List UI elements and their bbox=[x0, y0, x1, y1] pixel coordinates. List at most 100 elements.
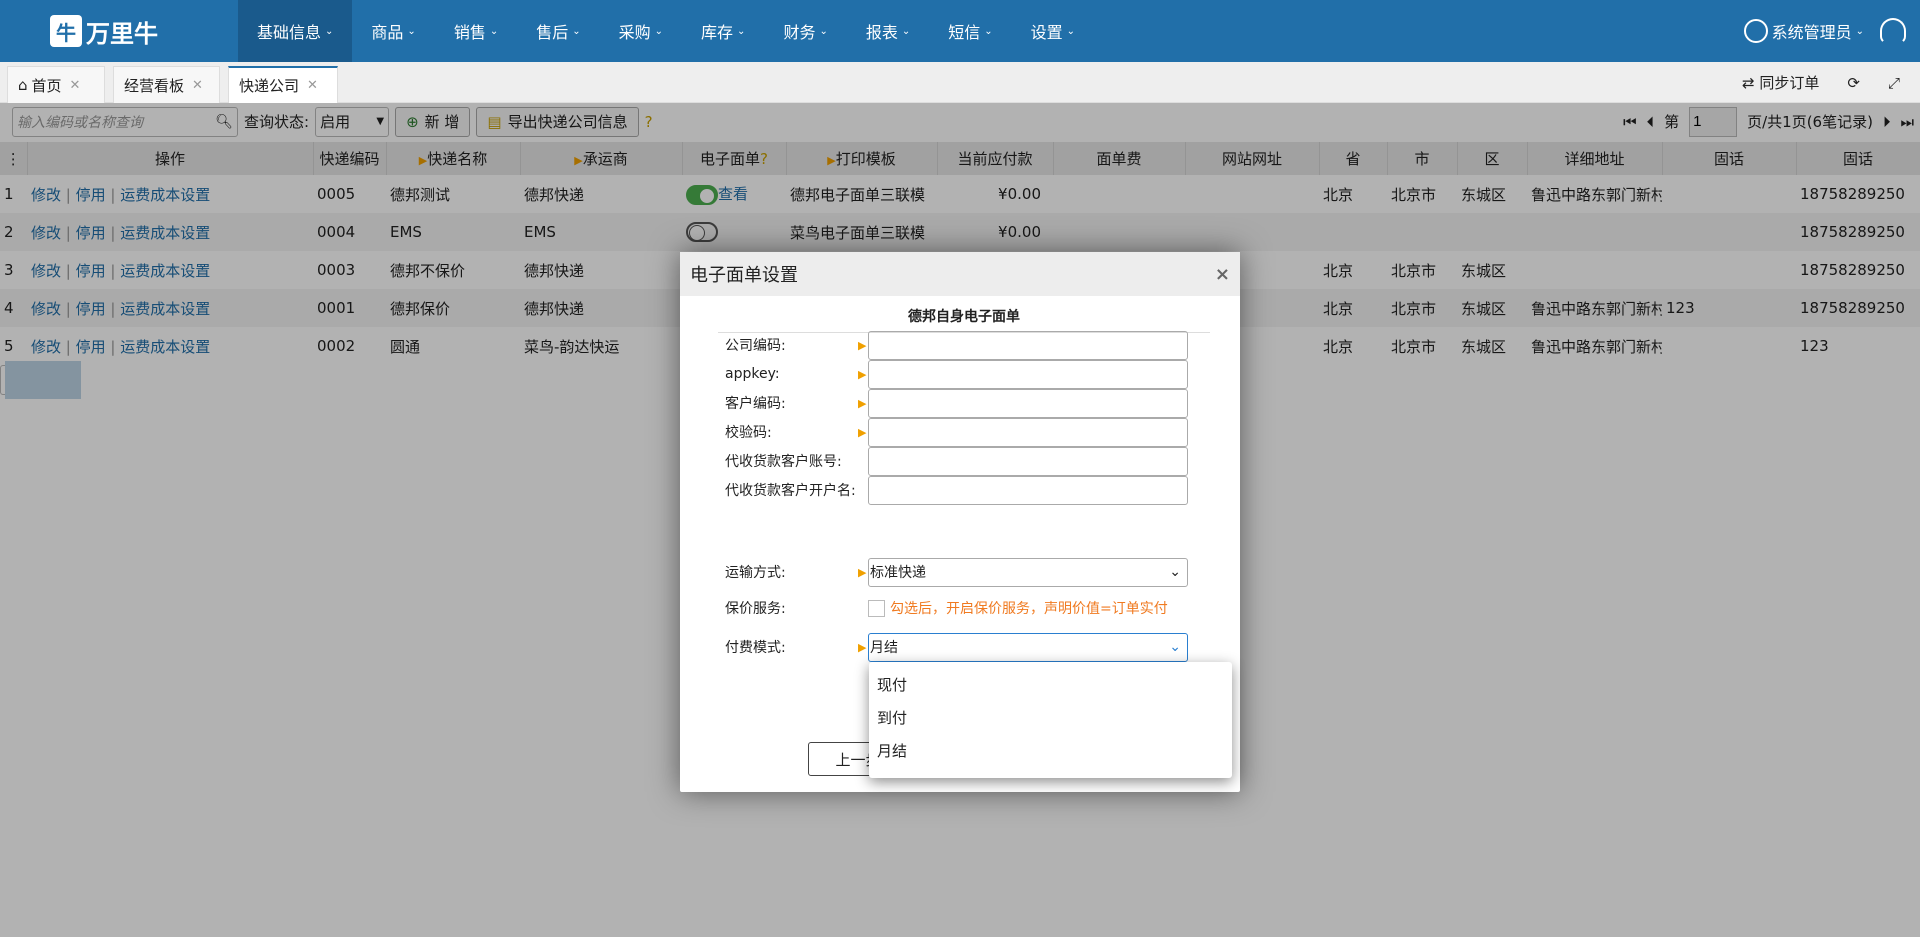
sync-orders-button[interactable]: ⇄ 同步订单 bbox=[1742, 72, 1819, 93]
swap-icon: ⇄ bbox=[1742, 74, 1760, 92]
user-name: 系统管理员 bbox=[1771, 23, 1852, 42]
logo[interactable]: 牛万里牛 bbox=[0, 14, 238, 49]
field-label: 代收货款客户开户名: bbox=[725, 483, 856, 499]
main-nav: 基础信息 ⌄ 商品 ⌄ 销售 ⌄ 售后 ⌄ 采购 ⌄ 库存 ⌄ 财务 ⌄ 报表 ⌄ 短信 ⌄ 设置… bbox=[238, 0, 1094, 62]
chevron-down-icon: ⌄ bbox=[572, 25, 581, 37]
field-input[interactable] bbox=[868, 417, 1188, 447]
chevron-down-icon: ⌄ bbox=[819, 25, 828, 37]
chevron-down-icon: ⌄ bbox=[489, 25, 499, 37]
logo-icon: 牛 bbox=[50, 15, 82, 47]
required-marker-icon: ▶ bbox=[858, 425, 867, 439]
headset-icon[interactable] bbox=[1880, 18, 1906, 44]
dialog-title: 电子面单设置 bbox=[690, 265, 798, 286]
nav-purchase[interactable]: 采购 ⌄ bbox=[600, 0, 682, 62]
field-label: 保价服务: bbox=[725, 601, 786, 617]
home-icon: ⌂ bbox=[18, 76, 28, 94]
tab-home[interactable]: ⌂ 首页 ✕ bbox=[7, 66, 105, 103]
nav-inventory[interactable]: 库存 ⌄ bbox=[682, 0, 764, 62]
fullscreen-icon[interactable]: ⤢ bbox=[1888, 74, 1900, 92]
refresh-icon[interactable]: ⟳ bbox=[1847, 74, 1860, 92]
field-label: 代收货款客户账号: bbox=[725, 454, 842, 470]
tab-label: 快递公司 bbox=[239, 77, 300, 95]
insurance-row: 保价服务: 勾选后，开启保价服务，声明价值=订单实付 bbox=[725, 593, 1168, 623]
nav-reports[interactable]: 报表 ⌄ bbox=[847, 0, 929, 62]
insurance-hint: 勾选后，开启保价服务，声明价值=订单实付 bbox=[890, 601, 1168, 617]
nav-label: 报表 bbox=[865, 23, 898, 42]
nav-label: 设置 bbox=[1030, 23, 1063, 42]
nav-label: 财务 bbox=[783, 23, 816, 42]
tab-express-company[interactable]: 快递公司 ✕ bbox=[228, 66, 338, 103]
nav-basic-info[interactable]: 基础信息 ⌄ bbox=[238, 0, 353, 62]
close-icon[interactable]: ✕ bbox=[307, 78, 318, 93]
required-marker-icon: ▶ bbox=[858, 640, 867, 654]
payment-select[interactable]: 月结 ⌄ bbox=[868, 632, 1188, 662]
nav-label: 基础信息 bbox=[257, 23, 322, 42]
field-label: 校验码: bbox=[725, 425, 772, 441]
transport-select[interactable]: 标准快递 ⌄ bbox=[868, 557, 1188, 587]
required-marker-icon: ▶ bbox=[858, 338, 867, 352]
chevron-down-icon: ⌄ bbox=[737, 25, 746, 37]
chevron-down-icon: ⌄ bbox=[325, 25, 334, 37]
chevron-down-icon: ⌄ bbox=[1066, 25, 1076, 37]
user-menu[interactable]: 系统管理员 ⌄ bbox=[1743, 0, 1864, 62]
nav-settings[interactable]: 设置 ⌄ bbox=[1012, 0, 1094, 62]
option-monthly[interactable]: 月结 bbox=[869, 734, 1232, 767]
tab-label: 首页 bbox=[31, 76, 62, 95]
field-input[interactable] bbox=[868, 446, 1188, 476]
nav-finance[interactable]: 财务 ⌄ bbox=[764, 0, 846, 62]
chevron-down-icon: ⌄ bbox=[901, 25, 911, 37]
required-marker-icon: ▶ bbox=[858, 396, 867, 410]
chevron-down-icon: ⌄ bbox=[654, 25, 664, 37]
dialog-subtitle: 德邦自身电子面单 bbox=[718, 306, 1210, 333]
close-icon[interactable]: × bbox=[1215, 264, 1230, 285]
option-cod[interactable]: 到付 bbox=[869, 701, 1232, 734]
dialog-header: 电子面单设置 × bbox=[680, 252, 1240, 296]
form-row: 代收货款客户账号: bbox=[725, 446, 1188, 476]
chevron-down-icon: ⌄ bbox=[1169, 639, 1181, 655]
tab-actions: ⇄ 同步订单 ⟳ ⤢ bbox=[1742, 62, 1920, 103]
nav-label: 采购 bbox=[618, 23, 651, 42]
field-input[interactable] bbox=[868, 475, 1188, 505]
insurance-checkbox[interactable] bbox=[868, 599, 885, 617]
option-cash[interactable]: 现付 bbox=[869, 668, 1232, 701]
form-row: 公司编码: ▶ bbox=[725, 330, 1188, 360]
form-row: 客户编码: ▶ bbox=[725, 388, 1188, 418]
transport-value: 标准快递 bbox=[870, 565, 926, 581]
payment-value: 月结 bbox=[870, 640, 898, 656]
nav-label: 库存 bbox=[701, 23, 734, 42]
nav-products[interactable]: 商品 ⌄ bbox=[352, 0, 434, 62]
field-input[interactable] bbox=[868, 388, 1188, 418]
nav-label: 短信 bbox=[948, 23, 981, 42]
close-icon[interactable]: ✕ bbox=[70, 78, 81, 93]
top-bar: 牛万里牛 基础信息 ⌄ 商品 ⌄ 销售 ⌄ 售后 ⌄ 采购 ⌄ 库存 ⌄ 财务 ⌄ 报表 ⌄ 短… bbox=[0, 0, 1920, 62]
payment-dropdown: 现付 到付 月结 bbox=[869, 662, 1232, 778]
brand-name: 万里牛 bbox=[86, 19, 158, 48]
tab-dashboard[interactable]: 经营看板 ✕ bbox=[113, 66, 220, 103]
field-label: 公司编码: bbox=[725, 338, 786, 354]
nav-label: 售后 bbox=[536, 23, 569, 42]
field-input[interactable] bbox=[868, 359, 1188, 389]
nav-sales[interactable]: 销售 ⌄ bbox=[435, 0, 517, 62]
required-marker-icon: ▶ bbox=[858, 367, 867, 381]
field-input[interactable] bbox=[868, 330, 1188, 360]
form-row: 代收货款客户开户名: bbox=[725, 475, 1188, 505]
chevron-down-icon: ⌄ bbox=[407, 25, 416, 37]
user-icon bbox=[1743, 19, 1768, 43]
form-row: appkey: ▶ bbox=[725, 359, 1188, 389]
form-row: 校验码: ▶ bbox=[725, 417, 1188, 447]
field-label: 付费模式: bbox=[725, 640, 786, 656]
field-label: appkey: bbox=[725, 366, 780, 382]
chevron-down-icon: ⌄ bbox=[1169, 564, 1181, 580]
nav-label: 商品 bbox=[371, 23, 404, 42]
nav-label: 销售 bbox=[453, 23, 486, 42]
sync-label: 同步订单 bbox=[1759, 74, 1820, 92]
transport-row: 运输方式: ▶ 标准快递 ⌄ bbox=[725, 557, 1188, 587]
nav-sms[interactable]: 短信 ⌄ bbox=[929, 0, 1011, 62]
nav-after-sales[interactable]: 售后 ⌄ bbox=[517, 0, 599, 62]
field-label: 运输方式: bbox=[725, 565, 786, 581]
required-marker-icon: ▶ bbox=[858, 565, 867, 579]
tab-bar: ⌂ 首页 ✕ 经营看板 ✕ 快递公司 ✕ bbox=[0, 62, 1920, 103]
close-icon[interactable]: ✕ bbox=[192, 78, 203, 93]
payment-row: 付费模式: ▶ 月结 ⌄ bbox=[725, 632, 1188, 662]
tab-label: 经营看板 bbox=[124, 76, 185, 95]
